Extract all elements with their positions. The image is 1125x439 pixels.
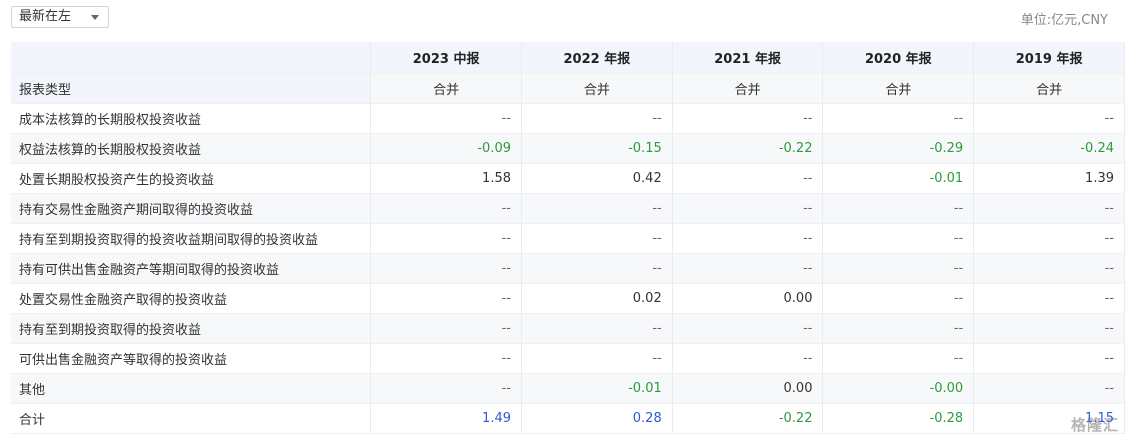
table-cell: --: [822, 313, 975, 344]
table-cell: --: [370, 103, 522, 134]
table-cell: --: [370, 343, 522, 374]
header-label-cell: [11, 42, 372, 74]
table-cell: --: [973, 343, 1125, 374]
table-cell: --: [973, 283, 1125, 314]
table-row: 成本法核算的长期股权投资收益 -- -- -- -- --: [11, 103, 1125, 134]
table-cell: --: [672, 253, 824, 284]
row-label: 持有可供出售金融资产等期间取得的投资收益: [11, 253, 372, 284]
column-header[interactable]: 2021 年报: [672, 42, 824, 74]
table-cell: -0.22: [672, 403, 824, 434]
row-label: 持有至到期投资取得的投资收益: [11, 313, 372, 344]
table-cell: --: [370, 373, 522, 404]
table-cell: --: [822, 193, 975, 224]
table-cell: -0.29: [822, 133, 975, 164]
table-cell: --: [672, 193, 824, 224]
table-cell: --: [370, 223, 522, 254]
table-row: 持有可供出售金融资产等期间取得的投资收益 -- -- -- -- --: [11, 253, 1125, 284]
table-cell: --: [521, 343, 673, 374]
table-cell: 合并: [973, 73, 1125, 104]
row-label: 处置长期股权投资产生的投资收益: [11, 163, 372, 194]
table-cell: 合并: [521, 73, 673, 104]
row-label: 成本法核算的长期股权投资收益: [11, 103, 372, 134]
table-cell: --: [672, 103, 824, 134]
table-cell: --: [822, 283, 975, 314]
table-row: 持有至到期投资取得的投资收益 -- -- -- -- --: [11, 313, 1125, 344]
row-label: 报表类型: [11, 73, 372, 104]
table-row: 报表类型 合并 合并 合并 合并 合并: [11, 73, 1125, 104]
table-cell: 0.00: [672, 373, 824, 404]
table-cell: --: [672, 163, 824, 194]
unit-label: 单位:亿元,CNY: [1020, 13, 1108, 28]
row-label: 其他: [11, 373, 372, 404]
table-cell: 合并: [822, 73, 975, 104]
table-cell: --: [822, 253, 975, 284]
table-cell: -0.01: [822, 163, 975, 194]
table-row: 权益法核算的长期股权投资收益 -0.09 -0.15 -0.22 -0.29 -0.24: [11, 133, 1125, 164]
table-cell: --: [973, 253, 1125, 284]
table-row: 可供出售金融资产等取得的投资收益 -- -- -- -- --: [11, 343, 1125, 374]
table-cell: --: [973, 373, 1125, 404]
table-cell: 1.58: [370, 163, 522, 194]
table-row: 持有至到期投资取得的投资收益期间取得的投资收益 -- -- -- -- --: [11, 223, 1125, 254]
table-row: 合计 1.49 0.28 -0.22 -0.28 1.15: [11, 403, 1125, 434]
table-cell: --: [672, 343, 824, 374]
table-row: 处置交易性金融资产取得的投资收益 -- 0.02 0.00 -- --: [11, 283, 1125, 314]
table-cell: --: [672, 313, 824, 344]
toolbar: 最新在左 单位:亿元,CNY: [0, 0, 1125, 40]
table-row: 持有交易性金融资产期间取得的投资收益 -- -- -- -- --: [11, 193, 1125, 224]
column-header[interactable]: 2020 年报: [822, 42, 975, 74]
table-cell: --: [822, 343, 975, 374]
table-cell: --: [973, 313, 1125, 344]
row-label: 持有至到期投资取得的投资收益期间取得的投资收益: [11, 223, 372, 254]
table-cell: 合并: [370, 73, 522, 104]
table-cell: -0.15: [521, 133, 673, 164]
table-row: 处置长期股权投资产生的投资收益 1.58 0.42 -- -0.01 1.39: [11, 163, 1125, 194]
row-label: 可供出售金融资产等取得的投资收益: [11, 343, 372, 374]
table-cell: -0.00: [822, 373, 975, 404]
table-cell: -0.28: [822, 403, 975, 434]
table-cell: --: [370, 193, 522, 224]
table-cell: --: [973, 223, 1125, 254]
table-cell: --: [973, 103, 1125, 134]
sort-order-select[interactable]: 最新在左: [11, 6, 109, 28]
table-cell: -0.09: [370, 133, 522, 164]
table-cell: --: [973, 193, 1125, 224]
table-cell: --: [521, 313, 673, 344]
investment-income-table: 2023 中报 2022 年报 2021 年报 2020 年报 2019 年报 …: [11, 42, 1125, 434]
table-body: 报表类型 合并 合并 合并 合并 合并 成本法核算的长期股权投资收益 -- -- -- -- -- 权益…: [11, 73, 1125, 434]
table-cell: 0.28: [521, 403, 673, 434]
column-header[interactable]: 2019 年报: [973, 42, 1125, 74]
income-table-container[interactable]: 2023 中报 2022 年报 2021 年报 2020 年报 2019 年报 …: [11, 42, 1125, 439]
chevron-down-icon: [91, 15, 99, 20]
table-cell: --: [370, 283, 522, 314]
table-cell: 0.42: [521, 163, 673, 194]
table-cell: -0.24: [973, 133, 1125, 164]
row-label: 处置交易性金融资产取得的投资收益: [11, 283, 372, 314]
table-cell: --: [521, 223, 673, 254]
sort-order-value: 最新在左: [19, 9, 72, 24]
table-cell: --: [521, 193, 673, 224]
table-cell: --: [822, 223, 975, 254]
table-cell: --: [370, 313, 522, 344]
table-cell: 1.39: [973, 163, 1125, 194]
column-header[interactable]: 2022 年报: [521, 42, 673, 74]
table-cell: --: [370, 253, 522, 284]
table-cell: -0.01: [521, 373, 673, 404]
table-cell: --: [672, 223, 824, 254]
table-cell: 0.00: [672, 283, 824, 314]
row-label: 持有交易性金融资产期间取得的投资收益: [11, 193, 372, 224]
table-header-row: 2023 中报 2022 年报 2021 年报 2020 年报 2019 年报: [11, 42, 1125, 74]
table-cell: 0.02: [521, 283, 673, 314]
table-cell: --: [521, 103, 673, 134]
row-label: 合计: [11, 403, 372, 434]
table-cell: 1.49: [370, 403, 522, 434]
table-cell: --: [521, 253, 673, 284]
table-cell: --: [822, 103, 975, 134]
table-cell: -0.22: [672, 133, 824, 164]
row-label: 权益法核算的长期股权投资收益: [11, 133, 372, 164]
watermark-logo: 格隆汇: [1070, 416, 1119, 434]
table-cell: 合并: [672, 73, 824, 104]
column-header[interactable]: 2023 中报: [370, 42, 522, 74]
table-row: 其他 -- -0.01 0.00 -0.00 --: [11, 373, 1125, 404]
